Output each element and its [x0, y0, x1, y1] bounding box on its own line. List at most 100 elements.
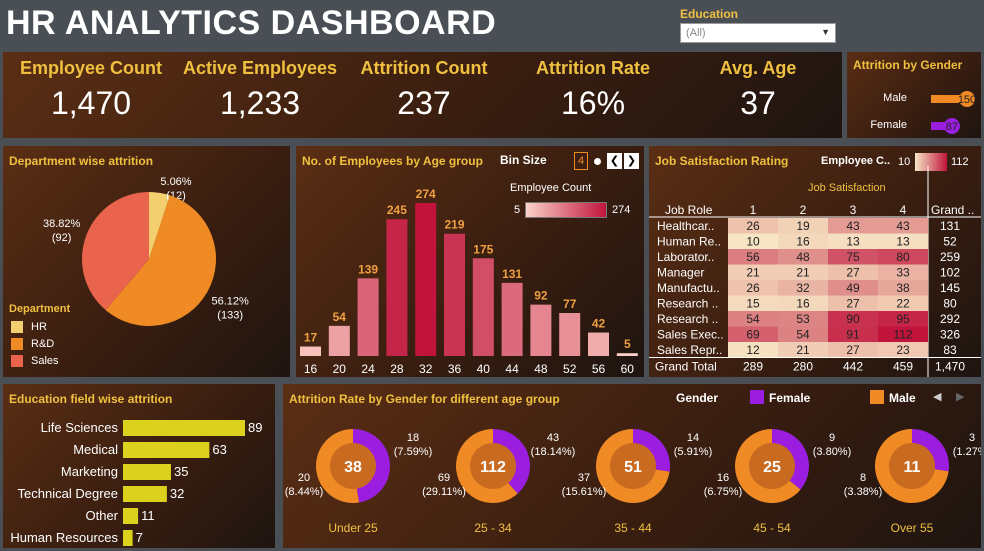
donut-male-count: 37 [578, 472, 590, 484]
education-filter-label: Education [680, 7, 739, 21]
edu-bar-value: 11 [141, 508, 155, 523]
heatmap-row-total: 83 [943, 343, 957, 357]
edu-bar [123, 530, 133, 546]
donut-male-pct: (8.44%) [285, 486, 324, 498]
edu-category-label: Other [85, 508, 118, 523]
heatmap-cell-value: 21 [796, 343, 810, 357]
kpi-attrition-rate: Attrition Rate 16% [518, 58, 668, 122]
age-bar-value: 5 [624, 337, 631, 351]
age-bar-value: 54 [333, 310, 347, 324]
heatmap-cell-value: 75 [846, 250, 860, 264]
kpi-label: Attrition Count [360, 58, 488, 78]
heatmap-row-label: Sales Exec.. [657, 328, 724, 342]
legend-label: R&D [31, 338, 55, 350]
edu-bar [123, 442, 210, 458]
kpi-value: 1,470 [50, 85, 132, 121]
heatmap-cell-value: 27 [846, 266, 860, 280]
attrition-by-gender-panel: Attrition by Gender Male Female 150 87 [847, 52, 981, 138]
kpi-avg-age: Avg. Age 37 [683, 58, 833, 122]
heatmap-row-label: Human Re.. [657, 235, 721, 249]
age-bar [616, 353, 638, 356]
heatmap-row-label: Research .. [657, 297, 718, 311]
heatmap-cell-value: 10 [746, 235, 760, 249]
job-heatmap: Job Role 1 2 3 4 Grand ..Healthcar.. 26 19 43 43 1… [649, 166, 981, 377]
department-legend-title: Department [9, 303, 71, 315]
heatmap-cell-value: 26 [746, 281, 760, 295]
edu-category-label: Life Sciences [41, 420, 119, 435]
age-bar-value: 17 [304, 331, 318, 345]
heatmap-col-header: 4 [900, 203, 907, 217]
edu-category-label: Technical Degree [18, 486, 118, 501]
heatmap-row-label: Laborator.. [657, 250, 714, 264]
donut-male-count: 16 [717, 472, 729, 484]
heatmap-row-total: 80 [943, 297, 957, 311]
age-bar [559, 313, 581, 356]
gender-age-attrition-panel: Attrition Rate by Gender for different a… [283, 384, 981, 548]
kpi-value: 37 [740, 85, 776, 121]
heatmap-row-total: 259 [940, 250, 960, 264]
education-field-panel: Education field wise attrition Life Scie… [3, 384, 275, 548]
heatmap-cell-value: 27 [846, 343, 860, 357]
donut-center-total: 112 [480, 459, 506, 476]
heatmap-cell-value: 16 [796, 235, 810, 249]
age-bar [472, 258, 494, 356]
education-bar-chart: Life Sciences 89 Medical 63 Marketing 35 Techn… [10, 420, 262, 546]
age-bar [328, 325, 350, 356]
heatmap-row-label: Manufactu.. [657, 281, 720, 295]
legend-item: HR [11, 320, 59, 334]
job-satisfaction-panel: Job Satisfaction Rating Employee C.. 10 … [649, 146, 981, 377]
education-filter-dropdown[interactable]: (All) ▼ [680, 23, 836, 43]
edu-category-label: Human Resources [10, 530, 118, 545]
heatmap-row-label: Manager [657, 266, 704, 280]
age-tick-label: 44 [505, 362, 519, 376]
heatmap-cell-value: 53 [796, 312, 810, 326]
heatmap-col-header: 1 [750, 203, 757, 217]
heatmap-cell-value: 49 [846, 281, 860, 295]
legend-item: Sales [11, 354, 59, 368]
age-bar [300, 346, 321, 356]
heatmap-cell-value: 32 [796, 281, 810, 295]
age-bar-value: 274 [416, 187, 436, 201]
edu-bar-value: 35 [174, 464, 188, 479]
heatmap-cell-value: 22 [896, 297, 910, 311]
edu-bar [123, 508, 139, 524]
donut-group-label: Under 25 [328, 521, 378, 535]
donut-male-pct: (15.61%) [562, 486, 607, 498]
kpi-value: 237 [397, 85, 451, 121]
heatmap-row-total: 292 [940, 312, 960, 326]
education-filter-value: (All) [686, 27, 706, 39]
heatmap-cell-value: 112 [893, 328, 912, 342]
heatmap-grand-total-label: Grand Total [655, 360, 717, 374]
age-tick-label: 24 [361, 362, 375, 376]
heatmap-cell-value: 56 [746, 250, 760, 264]
heatmap-cell-value: 48 [796, 250, 810, 264]
gender-bars: 150 87 [931, 91, 976, 134]
age-tick-label: 32 [419, 362, 433, 376]
heatmap-cell-value: 13 [896, 235, 910, 249]
kpi-label: Attrition Rate [536, 58, 650, 78]
age-bar-value: 139 [358, 262, 378, 276]
edu-bar-value: 32 [170, 486, 184, 501]
heatmap-cell-value: 95 [896, 312, 910, 326]
edu-bar [123, 420, 245, 436]
heatmap-cell-value: 19 [796, 219, 810, 233]
donut-group-label: Over 55 [891, 521, 934, 535]
heatmap-cell-value: 13 [846, 235, 860, 249]
age-bar [415, 203, 437, 356]
age-tick-label: 40 [477, 362, 491, 376]
age-tick-label: 20 [333, 362, 347, 376]
heatmap-cell-value: 54 [796, 328, 810, 342]
kpi-label: Active Employees [182, 58, 338, 78]
pie-label-pct: 5.06% [160, 176, 191, 188]
donut-group-label: 35 - 44 [614, 521, 652, 535]
edu-category-label: Medical [73, 442, 118, 457]
heatmap-row-label: Research .. [657, 312, 718, 326]
age-bar [386, 219, 408, 356]
heatmap-cell-value: 16 [796, 297, 810, 311]
donut-male-pct: (29.11%) [422, 486, 466, 498]
heatmap-grand-total-value: 280 [793, 360, 813, 374]
pie-label-pct: 38.82% [43, 218, 81, 230]
pie-label-value: (133) [217, 309, 243, 321]
donut-female-pct: (3.80%) [813, 446, 852, 458]
donut-female-count: 3 [969, 432, 975, 444]
